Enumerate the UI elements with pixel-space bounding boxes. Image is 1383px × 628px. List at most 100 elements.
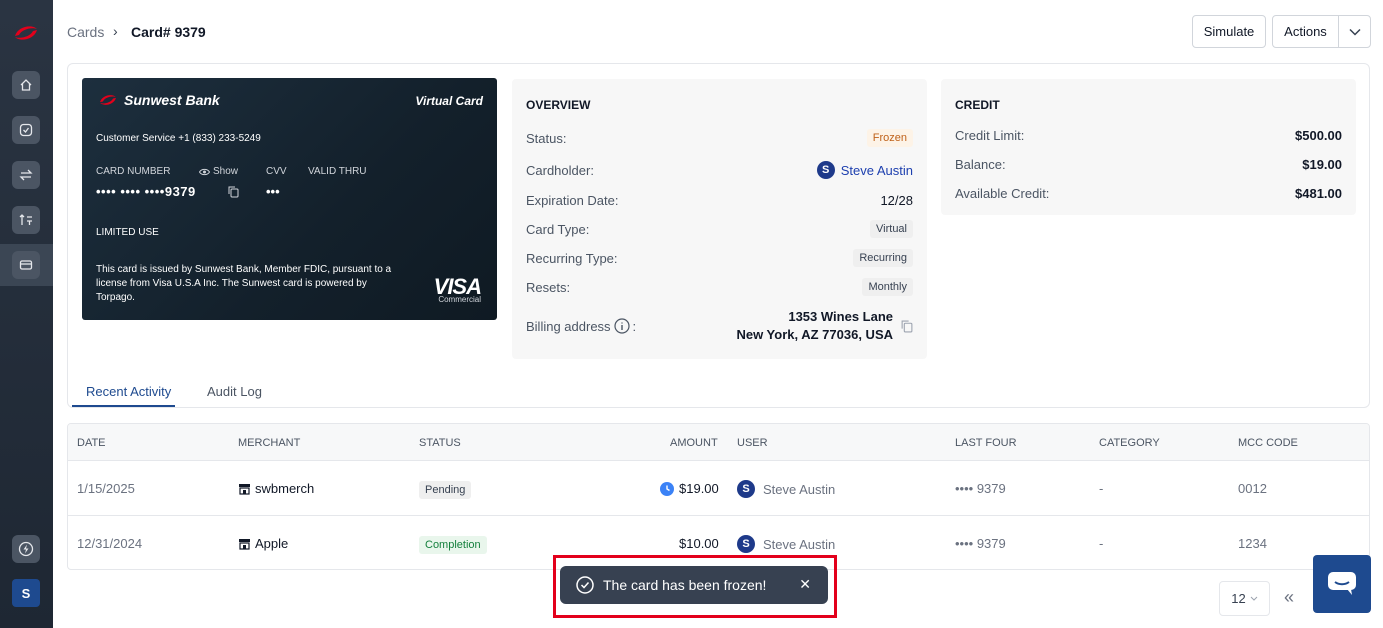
overview-section: OVERVIEW Status: Frozen Cardholder: S St…: [512, 79, 927, 359]
virtual-card-label: Virtual Card: [415, 94, 483, 108]
payment-icon: [19, 214, 32, 225]
visa-commercial-label: Commercial: [438, 295, 481, 304]
billing-colon: :: [632, 318, 637, 334]
row-last-four: •••• 9379: [955, 481, 1006, 496]
column-header-date[interactable]: DATE: [77, 437, 106, 449]
status-badge: Pending: [419, 481, 472, 499]
toast-notification: The card has been frozen! ✕: [560, 566, 828, 604]
info-icon[interactable]: [613, 318, 630, 334]
user-name: Steve Austin: [763, 481, 836, 497]
sidebar-item-tasks[interactable]: [12, 116, 40, 144]
card-details-panel: Sunwest Bank Virtual Card Customer Servi…: [67, 63, 1370, 408]
cvv-value: •••: [266, 184, 280, 199]
merchant-name: Apple: [255, 536, 289, 551]
recurring-label: Recurring Type:: [526, 250, 618, 266]
row-user: S Steve Austin: [737, 480, 835, 498]
store-icon: [239, 483, 250, 495]
card-number: •••• •••• ••••9379: [96, 184, 196, 199]
row-amount: $10.00: [679, 536, 719, 551]
column-header-user[interactable]: USER: [737, 437, 768, 449]
resets-row: Resets: Monthly: [526, 277, 913, 297]
bank-name: Sunwest Bank: [124, 92, 220, 108]
virtual-card-image: Sunwest Bank Virtual Card Customer Servi…: [82, 78, 497, 320]
column-header-mcc[interactable]: MCC CODE: [1238, 437, 1298, 449]
expiration-row: Expiration Date: 12/28: [526, 190, 913, 210]
valid-thru-label: VALID THRU: [308, 166, 367, 177]
cardholder-row: Cardholder: S Steve Austin: [526, 160, 913, 180]
billing-row: Billing address : 1353 Wines Lane New Yo…: [526, 306, 913, 346]
row-category: -: [1099, 536, 1104, 551]
resets-badge: Monthly: [862, 278, 913, 296]
tab-recent-activity[interactable]: Recent Activity: [86, 384, 171, 399]
balance-label: Balance:: [955, 157, 1006, 172]
credit-limit-value: $500.00: [1295, 128, 1342, 143]
available-credit-label: Available Credit:: [955, 186, 1050, 201]
activity-table: DATE MERCHANT STATUS AMOUNT USER LAST FO…: [67, 423, 1370, 570]
row-last-four: •••• 9379: [955, 536, 1006, 551]
toast-close-button[interactable]: ✕: [799, 576, 811, 593]
credit-section: CREDIT Credit Limit: $500.00 Balance: $1…: [941, 79, 1356, 215]
sidebar-item-cards[interactable]: [12, 251, 40, 279]
sidebar-item-transfers[interactable]: [12, 161, 40, 189]
toast-message: The card has been frozen!: [603, 577, 767, 593]
chevron-down-icon: [1250, 596, 1258, 601]
recurring-badge: Recurring: [853, 249, 913, 267]
actions-dropdown-button[interactable]: [1338, 15, 1371, 48]
sidebar-item-quick[interactable]: [12, 535, 40, 563]
copy-icon[interactable]: [228, 186, 239, 198]
user-avatar[interactable]: S: [12, 579, 40, 607]
billing-line-2: New York, AZ 77036, USA: [736, 327, 893, 342]
credit-limit-label: Credit Limit:: [955, 128, 1025, 143]
billing-address: 1353 Wines Lane New York, AZ 77036, USA: [736, 308, 893, 344]
lightning-icon: [18, 541, 34, 557]
overview-title: OVERVIEW: [526, 98, 591, 112]
copy-icon[interactable]: [901, 320, 913, 333]
first-page-button[interactable]: «: [1284, 587, 1294, 608]
recurring-row: Recurring Type: Recurring: [526, 248, 913, 268]
page-size-select[interactable]: 12: [1219, 581, 1270, 616]
eye-icon: [199, 168, 210, 175]
column-header-merchant[interactable]: MERCHANT: [238, 437, 300, 449]
sunwest-logo-icon[interactable]: [12, 22, 40, 44]
breadcrumb-cards[interactable]: Cards: [67, 24, 104, 40]
billing-value: 1353 Wines Lane New York, AZ 77036, USA: [736, 308, 913, 344]
user-avatar: S: [737, 535, 755, 553]
card-type-badge: Virtual: [870, 220, 913, 238]
row-mcc: 1234: [1238, 536, 1267, 551]
sidebar-item-home[interactable]: [12, 71, 40, 99]
row-merchant: swbmerch: [238, 481, 314, 496]
billing-label: Billing address: [526, 318, 611, 334]
actions-button[interactable]: Actions: [1272, 15, 1339, 48]
chat-button[interactable]: [1313, 555, 1371, 613]
chat-icon: [1328, 572, 1356, 595]
show-number-toggle[interactable]: Show: [199, 166, 238, 177]
table-row[interactable]: 1/15/2025 swbmerch Pending $19.00 S Stev…: [68, 461, 1369, 516]
credit-title: CREDIT: [955, 98, 1000, 112]
row-merchant: Apple: [238, 536, 288, 551]
transfer-icon: [19, 169, 33, 181]
card-disclaimer: This card is issued by Sunwest Bank, Mem…: [96, 264, 392, 303]
column-header-last-four[interactable]: LAST FOUR: [955, 437, 1017, 449]
simulate-button[interactable]: Simulate: [1192, 15, 1266, 48]
cardholder-label: Cardholder:: [526, 162, 594, 178]
tab-audit-log[interactable]: Audit Log: [207, 384, 262, 399]
card-number-label: CARD NUMBER: [96, 166, 171, 177]
billing-label-group: Billing address :: [526, 318, 636, 334]
column-header-status[interactable]: STATUS: [419, 437, 461, 449]
balance-value: $19.00: [1302, 157, 1342, 172]
clock-icon: [660, 481, 674, 496]
row-date: 12/31/2024: [77, 536, 143, 551]
sidebar-item-payments[interactable]: [12, 206, 40, 234]
main-content: Cards › Card# 9379 Simulate Actions Sunw…: [53, 0, 1383, 628]
top-bar: Cards › Card# 9379 Simulate Actions: [53, 0, 1383, 63]
card-icon: [19, 260, 33, 270]
column-header-amount[interactable]: AMOUNT: [670, 437, 718, 449]
cardholder-link[interactable]: S Steve Austin: [816, 161, 913, 179]
resets-label: Resets:: [526, 279, 571, 295]
status-row: Status: Frozen: [526, 128, 913, 148]
column-header-category[interactable]: CATEGORY: [1099, 437, 1160, 449]
billing-line-1: 1353 Wines Lane: [788, 309, 893, 324]
status-badge: Completion: [419, 536, 487, 554]
page-size-value: 12: [1231, 591, 1246, 606]
chevron-down-icon: [1348, 28, 1361, 36]
